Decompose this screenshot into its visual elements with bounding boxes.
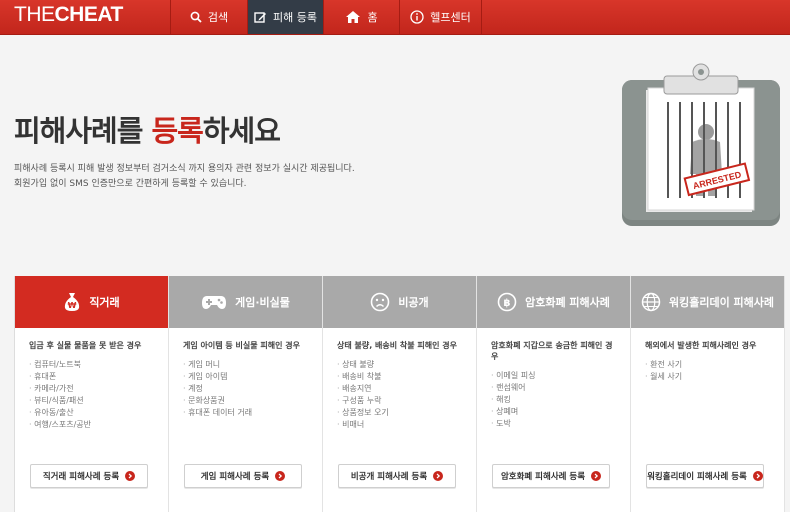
list-item: 구성품 누락 — [337, 395, 462, 407]
button-label: 암호화폐 피해사례 등록 — [500, 472, 586, 482]
damage-category-cards: ₩ 직거래 입금 후 실물 물품을 못 받은 경우 컴퓨터/노트북 휴대폰 카메… — [14, 276, 785, 512]
category-subtitle: 입금 후 실물 물품을 못 받은 경우 — [29, 341, 142, 350]
title-text-accent: 등록 — [151, 114, 204, 148]
category-subtitle: 상태 불량, 배송비 착불 피해인 경우 — [337, 341, 458, 350]
list-item: 환전 사기 — [645, 359, 770, 371]
category-item-list: 상태 불량 배송비 착불 배송지연 구성품 누락 상품정보 오기 비매너 — [337, 359, 462, 431]
arrow-right-icon — [752, 471, 763, 481]
nav-search-label: 검색 — [207, 11, 229, 24]
category-card-direct-trade: ₩ 직거래 입금 후 실물 물품을 못 받은 경우 컴퓨터/노트북 휴대폰 카메… — [15, 276, 169, 512]
logo-text-cheat: CHEAT — [54, 3, 124, 26]
category-card-working-holiday: 워킹홀리데이 피해사례 해외에서 발생한 피해사례인 경우 환전 사기 월세 사… — [631, 276, 785, 512]
category-item-list: 컴퓨터/노트북 휴대폰 카메라/가전 뷰티/식품/패션 유아동/출산 여행/스포… — [29, 359, 154, 431]
category-tab-direct-trade[interactable]: ₩ 직거래 — [15, 276, 168, 328]
category-card-game: 게임·비실물 게임 아이템 등 비실물 피해인 경우 게임 머니 게임 아이템 … — [169, 276, 323, 512]
list-item: 월세 사기 — [645, 371, 770, 383]
list-item: 문화상품권 — [183, 395, 308, 407]
search-icon — [190, 11, 202, 23]
category-tab-crypto[interactable]: ฿ 암호화폐 피해사례 — [477, 276, 630, 328]
bitcoin-icon: ฿ — [497, 292, 517, 312]
arrow-right-icon — [591, 471, 602, 481]
list-item: 계정 — [183, 383, 308, 395]
main-nav: 검색 피해 등록 홈 헬프센터 — [170, 0, 482, 34]
home-icon — [346, 11, 361, 23]
arrow-right-icon — [433, 471, 444, 481]
page-title: 피해사례를 등록하세요 — [14, 108, 281, 150]
list-item: 게임 아이템 — [183, 371, 308, 383]
description-line-2: 회원가입 없이 SMS 인증만으로 간편하게 등록할 수 있습니다. — [14, 179, 247, 189]
gamepad-icon — [202, 296, 227, 309]
list-item: 도박 — [491, 418, 616, 430]
list-item: 배송비 착불 — [337, 371, 462, 383]
page-description: 피해사례 등록시 피해 발생 정보부터 검거소식 까지 용의자 관련 정보가 실… — [14, 162, 355, 192]
logo-text-the: THE — [14, 3, 55, 26]
list-item: 컴퓨터/노트북 — [29, 359, 154, 371]
category-title: 직거래 — [89, 296, 120, 309]
list-item: 상폐며 — [491, 406, 616, 418]
description-line-1: 피해사례 등록시 피해 발생 정보부터 검거소식 까지 용의자 관련 정보가 실… — [14, 164, 355, 174]
category-title: 비공개 — [398, 296, 429, 309]
register-direct-trade-button[interactable]: 직거래 피해사례 등록 — [30, 464, 148, 488]
list-item: 상품정보 오기 — [337, 407, 462, 419]
arrow-right-icon — [125, 471, 136, 481]
button-label: 워킹홀리데이 피해사례 등록 — [647, 472, 747, 482]
list-item: 카메라/가전 — [29, 383, 154, 395]
list-item: 이메일 피싱 — [491, 370, 616, 382]
site-logo[interactable]: THECHEAT — [14, 3, 123, 27]
nav-home[interactable]: 홈 — [323, 0, 399, 34]
arrested-clipboard-illustration: ARRESTED — [622, 63, 780, 226]
list-item: 랜섬웨어 — [491, 382, 616, 394]
nav-home-label: 홈 — [367, 11, 378, 24]
list-item: 뷰티/식품/패션 — [29, 395, 154, 407]
arrow-right-icon — [275, 471, 286, 481]
category-title: 워킹홀리데이 피해사례 — [668, 296, 775, 309]
category-item-list: 환전 사기 월세 사기 — [645, 359, 770, 383]
nav-help-center[interactable]: 헬프센터 — [399, 0, 482, 34]
category-subtitle: 해외에서 발생한 피해사례인 경우 — [645, 341, 757, 350]
button-label: 직거래 피해사례 등록 — [42, 472, 120, 482]
list-item: 휴대폰 데이터 거래 — [183, 407, 308, 419]
button-label: 비공개 피해사례 등록 — [350, 472, 428, 482]
title-text-after: 하세요 — [202, 114, 281, 148]
category-card-crypto: ฿ 암호화폐 피해사례 암호화폐 지갑으로 송금한 피해인 경우 이메일 피싱 … — [477, 276, 631, 512]
category-subtitle: 게임 아이템 등 비실물 피해인 경우 — [183, 341, 300, 350]
list-item: 휴대폰 — [29, 371, 154, 383]
list-item: 게임 머니 — [183, 359, 308, 371]
category-item-list: 게임 머니 게임 아이템 계정 문화상품권 휴대폰 데이터 거래 — [183, 359, 308, 419]
list-item: 여행/스포츠/공반 — [29, 419, 154, 431]
register-game-button[interactable]: 게임 피해사례 등록 — [184, 464, 302, 488]
category-subtitle: 암호화폐 지갑으로 송금한 피해인 경우 — [491, 341, 613, 361]
list-item: 해킹 — [491, 394, 616, 406]
category-tab-game[interactable]: 게임·비실물 — [169, 276, 322, 328]
top-navigation-bar: THECHEAT 검색 피해 등록 홈 헬프센터 — [0, 0, 790, 35]
sad-face-icon — [371, 292, 390, 312]
svg-text:฿: ฿ — [504, 298, 511, 309]
nav-search[interactable]: 검색 — [170, 0, 247, 34]
list-item: 비매너 — [337, 419, 462, 431]
category-title: 게임·비실물 — [235, 296, 290, 309]
button-label: 게임 피해사례 등록 — [200, 472, 270, 482]
category-title: 암호화폐 피해사례 — [525, 296, 610, 309]
money-bag-icon: ₩ — [65, 293, 80, 311]
category-tab-private[interactable]: 비공개 — [323, 276, 476, 328]
edit-icon — [254, 11, 266, 23]
category-tab-working-holiday[interactable]: 워킹홀리데이 피해사례 — [631, 276, 784, 328]
svg-text:₩: ₩ — [68, 301, 77, 310]
category-card-private: 비공개 상태 불량, 배송비 착불 피해인 경우 상태 불량 배송비 착불 배송… — [323, 276, 477, 512]
nav-register-label: 피해 등록 — [273, 11, 317, 24]
list-item: 유아동/출산 — [29, 407, 154, 419]
register-private-button[interactable]: 비공개 피해사례 등록 — [338, 464, 456, 488]
list-item: 상태 불량 — [337, 359, 462, 371]
nav-help-label: 헬프센터 — [430, 11, 471, 24]
globe-icon — [641, 292, 661, 312]
nav-register-damage[interactable]: 피해 등록 — [247, 0, 323, 34]
info-icon — [410, 10, 424, 24]
register-working-holiday-button[interactable]: 워킹홀리데이 피해사례 등록 — [646, 464, 764, 488]
title-text-before: 피해사례를 — [14, 114, 152, 148]
list-item: 배송지연 — [337, 383, 462, 395]
category-item-list: 이메일 피싱 랜섬웨어 해킹 상폐며 도박 — [491, 370, 616, 430]
register-crypto-button[interactable]: 암호화폐 피해사례 등록 — [492, 464, 610, 488]
